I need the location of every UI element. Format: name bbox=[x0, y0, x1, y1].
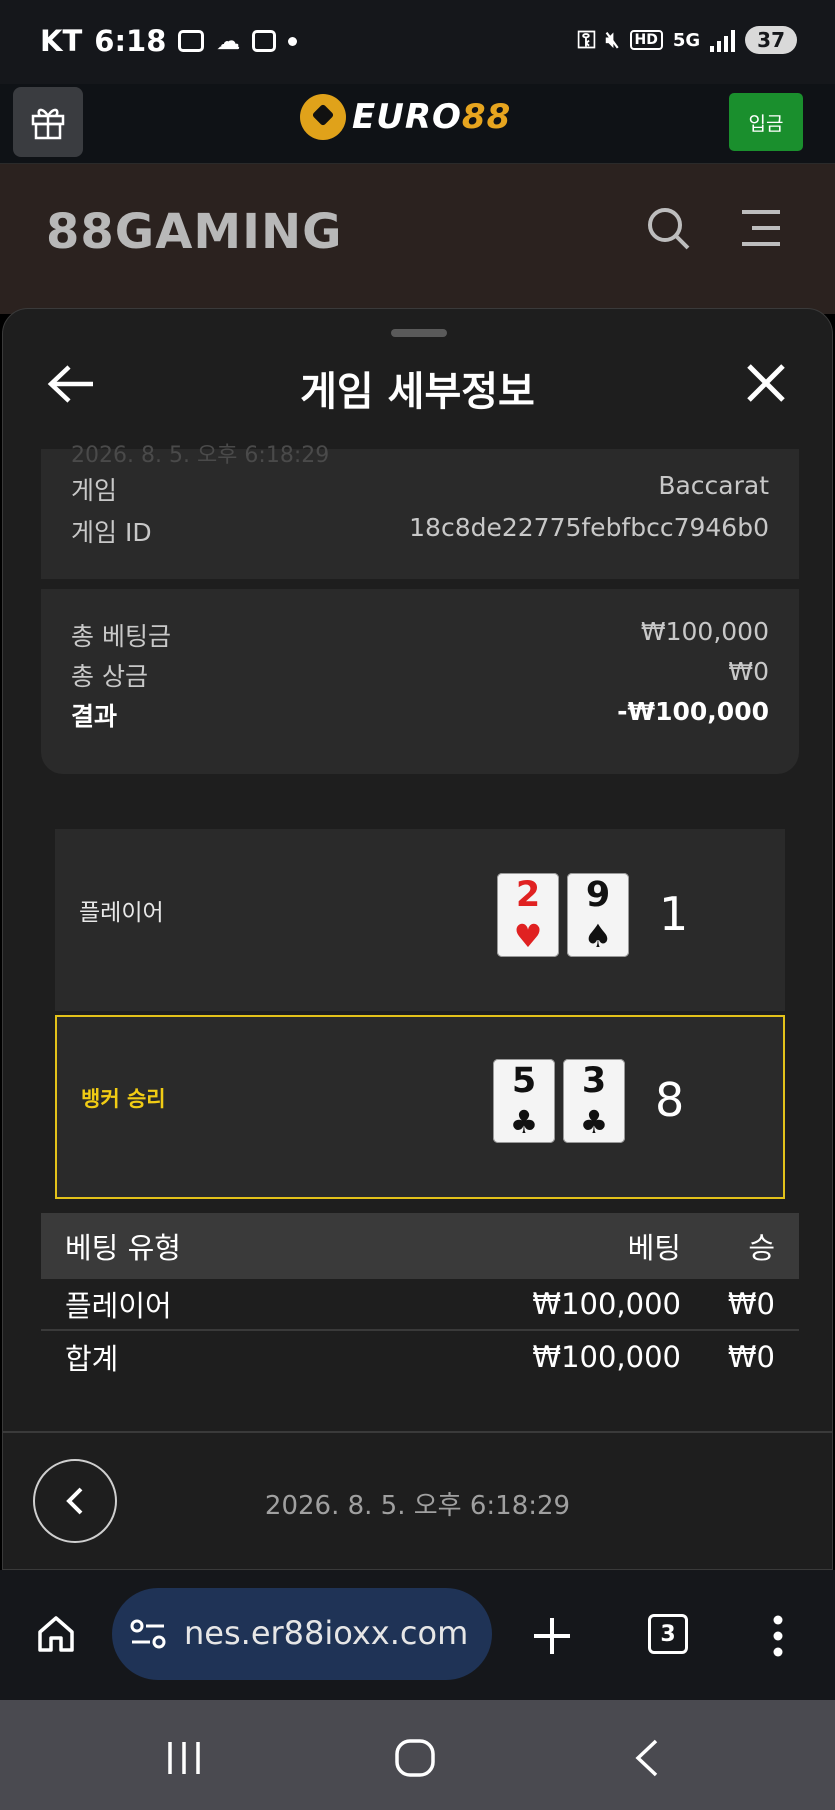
game-value: Baccarat bbox=[658, 471, 769, 500]
search-icon[interactable] bbox=[644, 204, 692, 252]
spade-icon: ♠ bbox=[583, 917, 613, 955]
deposit-button[interactable]: 입금 bbox=[729, 93, 803, 151]
carrier-label: KT bbox=[40, 24, 83, 58]
browser-toolbar: nes.er88ioxx.com 3 bbox=[0, 1570, 835, 1700]
battery-icon: 37 bbox=[745, 26, 797, 54]
player-hand: 플레이어 2 ♥ 9 ♠ 1 bbox=[55, 829, 785, 1011]
total-bet-value: ₩100,000 bbox=[640, 617, 769, 646]
cloud-icon: ☁ bbox=[216, 27, 241, 55]
playing-card: 5 ♣ bbox=[493, 1059, 555, 1143]
network-type-label: 5G bbox=[672, 29, 701, 51]
gift-button[interactable] bbox=[13, 87, 83, 157]
close-icon[interactable] bbox=[744, 361, 788, 405]
logo-prefix: EURO bbox=[352, 97, 462, 137]
euro88-logo[interactable]: EURO88 bbox=[300, 94, 511, 140]
new-tab-icon[interactable] bbox=[532, 1616, 572, 1656]
total-prize-value: ₩0 bbox=[728, 657, 769, 686]
game-row: 게임 Baccarat bbox=[71, 471, 769, 507]
banker-score: 8 bbox=[655, 1073, 685, 1127]
player-score: 1 bbox=[659, 887, 689, 941]
address-bar[interactable]: nes.er88ioxx.com bbox=[112, 1588, 492, 1680]
result-row: 결과 -₩100,000 bbox=[71, 697, 769, 733]
table-row: 플레이어 ₩100,000 ₩0 bbox=[41, 1279, 799, 1331]
recent-apps-icon[interactable] bbox=[164, 1740, 204, 1776]
cutoff-date: 2026. 8. 5. 오후 6:18:29 bbox=[71, 443, 330, 468]
bet-table-header: 베팅 유형 베팅 승 bbox=[41, 1213, 799, 1279]
notification-dot-icon bbox=[288, 36, 298, 46]
sheet-grabber[interactable] bbox=[391, 329, 447, 337]
row-win-amount: ₩0 bbox=[727, 1287, 775, 1321]
bet-summary-card: 총 베팅금 ₩100,000 총 상금 ₩0 결과 -₩100,000 bbox=[41, 589, 799, 774]
player-cards: 2 ♥ 9 ♠ bbox=[497, 873, 629, 957]
game-label: 게임 bbox=[71, 476, 118, 505]
club-icon: ♣ bbox=[579, 1103, 609, 1141]
mute-icon: 🔇︎ bbox=[605, 27, 620, 53]
home-nav-icon[interactable] bbox=[394, 1738, 436, 1778]
game-detail-sheet: 게임 세부정보 2026. 8. 5. 오후 6:18:29 게임 Baccar… bbox=[2, 308, 833, 1570]
total-prize-row: 총 상금 ₩0 bbox=[71, 657, 769, 693]
url-text: nes.er88ioxx.com bbox=[184, 1614, 469, 1652]
banker-hand: 뱅커 승리 5 ♣ 3 ♣ 8 bbox=[55, 1015, 785, 1199]
playing-card: 2 ♥ bbox=[497, 873, 559, 957]
game-id-label: 게임 ID bbox=[71, 518, 152, 547]
banker-cards: 5 ♣ 3 ♣ bbox=[493, 1059, 625, 1143]
header-bet: 베팅 bbox=[627, 1231, 681, 1265]
header-win: 승 bbox=[748, 1231, 775, 1265]
card-rank: 2 bbox=[515, 875, 541, 915]
total-prize-label: 총 상금 bbox=[71, 662, 148, 691]
row-bet-amount: ₩100,000 bbox=[532, 1287, 681, 1321]
tab-switcher-button[interactable]: 3 bbox=[648, 1614, 688, 1654]
total-bet-row: 총 베팅금 ₩100,000 bbox=[71, 617, 769, 653]
status-bar: KT 6:18 ☁ ⚿ 🔇︎ HD 5G 37 bbox=[0, 0, 835, 84]
banker-hand-label: 뱅커 승리 bbox=[81, 1087, 166, 1111]
notification-app-icon bbox=[252, 30, 277, 52]
soccer-ball-icon bbox=[300, 94, 346, 140]
total-bet-amount: ₩100,000 bbox=[532, 1340, 681, 1374]
back-nav-icon[interactable] bbox=[632, 1738, 662, 1778]
result-value: -₩100,000 bbox=[617, 697, 769, 726]
gaming-header: 88GAMING bbox=[0, 164, 835, 314]
home-icon[interactable] bbox=[36, 1614, 76, 1654]
game-id-value: 18c8de22775febfbcc7946b0 bbox=[409, 513, 769, 542]
result-label: 결과 bbox=[71, 702, 118, 731]
divider bbox=[3, 1431, 832, 1433]
total-bet-label: 총 베팅금 bbox=[71, 622, 171, 651]
header-bet-type: 베팅 유형 bbox=[65, 1231, 181, 1265]
card-rank: 9 bbox=[585, 875, 611, 915]
system-nav-bar bbox=[0, 1700, 835, 1810]
sheet-title: 게임 세부정보 bbox=[300, 369, 535, 415]
site-header: EURO88 입금 bbox=[0, 84, 835, 164]
club-icon: ♣ bbox=[509, 1103, 539, 1141]
heart-icon: ♥ bbox=[513, 917, 543, 955]
playing-card: 3 ♣ bbox=[563, 1059, 625, 1143]
game-info-card: 2026. 8. 5. 오후 6:18:29 게임 Baccarat 게임 ID… bbox=[41, 443, 799, 579]
88gaming-logo[interactable]: 88GAMING bbox=[46, 204, 343, 260]
card-rank: 3 bbox=[581, 1061, 607, 1101]
player-hand-label: 플레이어 bbox=[79, 900, 164, 926]
screenshot-icon bbox=[178, 30, 205, 52]
bet-table: 베팅 유형 베팅 승 플레이어 ₩100,000 ₩0 합계 ₩100,000 … bbox=[41, 1213, 799, 1383]
total-label: 합계 bbox=[65, 1342, 119, 1376]
logo-suffix: 88 bbox=[461, 97, 512, 137]
row-bet-type: 플레이어 bbox=[65, 1289, 172, 1323]
total-win-amount: ₩0 bbox=[727, 1340, 775, 1374]
card-rank: 5 bbox=[511, 1061, 537, 1101]
menu-icon[interactable] bbox=[738, 204, 784, 252]
site-settings-icon bbox=[130, 1619, 166, 1649]
signal-icon bbox=[710, 28, 736, 52]
round-timestamp: 2026. 8. 5. 오후 6:18:29 bbox=[264, 1491, 571, 1521]
clock: 6:18 bbox=[94, 24, 167, 58]
gift-icon bbox=[31, 108, 65, 140]
game-id-row: 게임 ID 18c8de22775febfbcc7946b0 bbox=[71, 513, 769, 549]
table-total-row: 합계 ₩100,000 ₩0 bbox=[41, 1331, 799, 1383]
hd-icon: HD bbox=[629, 30, 663, 50]
key-icon: ⚿ bbox=[577, 26, 596, 54]
more-options-icon[interactable] bbox=[768, 1614, 788, 1658]
playing-card: 9 ♠ bbox=[567, 873, 629, 957]
